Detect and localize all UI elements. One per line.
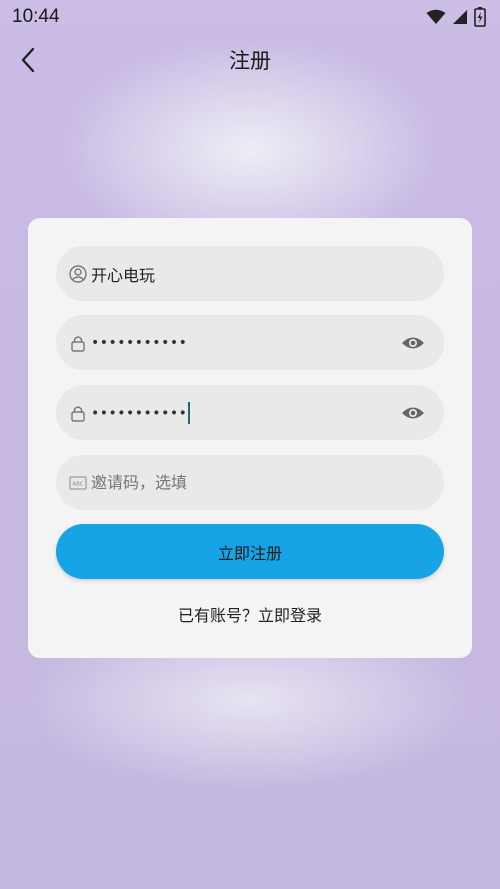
username-value[interactable]: 开心电玩 [91,262,426,286]
page-title: 注册 [229,49,271,73]
lock-icon [69,404,87,422]
invite-code-field[interactable]: ABC [56,455,444,510]
register-card: 开心电玩 ••••••••••• ••••••••••• ABC 邀请码，选填 … [28,218,472,658]
invite-code-input[interactable] [91,473,426,492]
status-bar: 10:44 [0,0,500,34]
battery-icon [474,7,486,27]
text-caret [188,401,191,424]
login-link[interactable]: 已有账号？立即登录 [28,602,472,626]
eye-icon[interactable] [400,403,426,423]
register-button[interactable]: 立即注册 [56,524,444,579]
confirm-password-input[interactable]: ••••••••••• [91,401,400,424]
wifi-icon [426,9,446,24]
confirm-password-field[interactable]: ••••••••••• [56,385,444,440]
nav-bar: 注册 [0,34,500,86]
confirm-password-value: ••••••••••• [91,405,188,421]
username-field[interactable]: 开心电玩 [56,246,444,301]
status-time: 10:44 [12,6,60,27]
password-field[interactable]: ••••••••••• [56,315,444,370]
user-circle-icon [69,264,87,283]
password-value[interactable]: ••••••••••• [91,335,400,351]
eye-icon[interactable] [400,333,426,353]
svg-text:ABC: ABC [72,481,83,487]
abc-card-icon: ABC [69,474,87,492]
status-icons [426,7,486,27]
signal-icon [453,10,467,24]
chevron-left-icon [21,47,35,73]
back-button[interactable] [12,44,44,76]
lock-icon [69,334,87,352]
